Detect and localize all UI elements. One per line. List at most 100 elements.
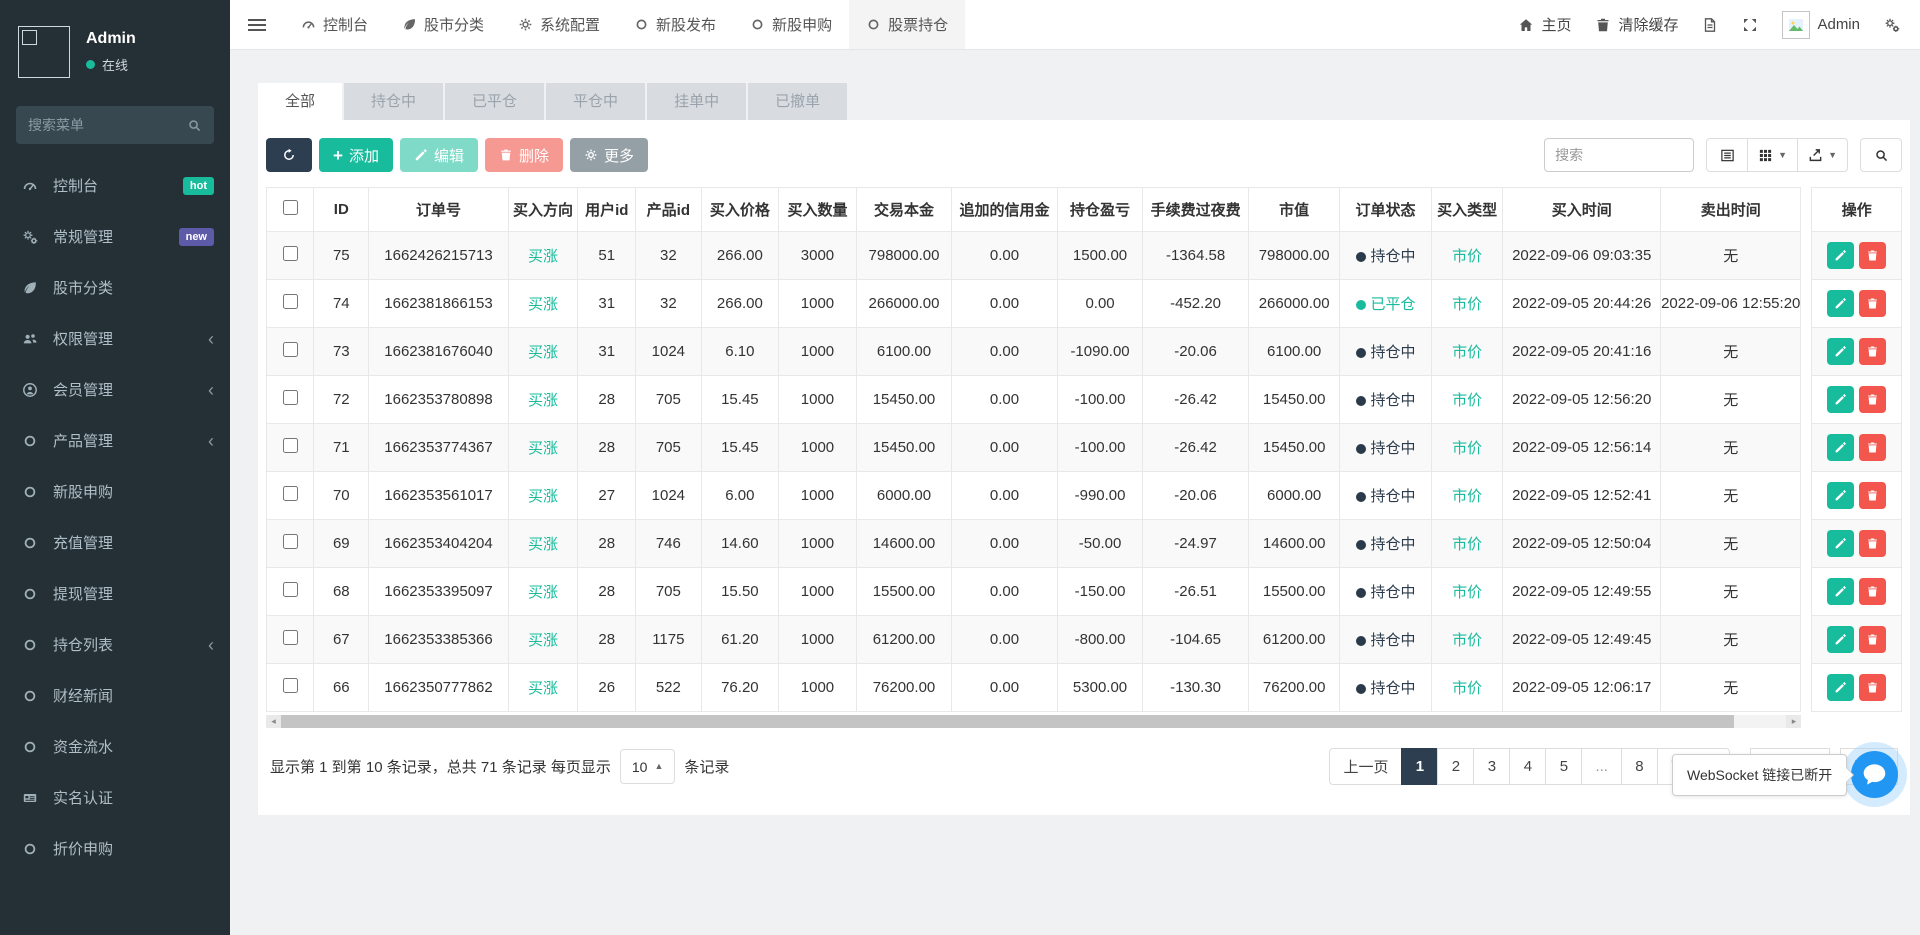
row-delete-button[interactable] — [1859, 530, 1886, 557]
logs-icon[interactable] — [1702, 17, 1718, 33]
user-menu[interactable]: Admin — [1782, 11, 1860, 39]
row-checkbox[interactable] — [283, 390, 298, 405]
row-select-cell — [267, 616, 314, 664]
sidebar-item[interactable]: 产品管理‹ — [0, 415, 230, 466]
row-checkbox[interactable] — [283, 486, 298, 501]
sidebar-item[interactable]: 常规管理new — [0, 211, 230, 262]
edit-button[interactable]: 编辑 — [400, 138, 478, 172]
page-item[interactable]: 1 — [1401, 748, 1438, 785]
settings-gear-icon[interactable] — [1884, 17, 1900, 33]
clear-cache-button[interactable]: 清除缓存 — [1595, 14, 1678, 35]
sidebar-item[interactable]: 权限管理‹ — [0, 313, 230, 364]
add-label: 添加 — [349, 145, 379, 166]
search-submit-button[interactable] — [1860, 138, 1902, 172]
row-checkbox[interactable] — [283, 678, 298, 693]
table-search-input[interactable] — [1544, 138, 1694, 172]
row-edit-button[interactable] — [1827, 290, 1854, 317]
scrollbar-thumb[interactable] — [281, 715, 1734, 728]
top-nav-item[interactable]: 新股申购 — [733, 0, 849, 49]
sidebar-item[interactable]: 折价申购 — [0, 823, 230, 874]
row-edit-button[interactable] — [1827, 386, 1854, 413]
refresh-button[interactable] — [266, 138, 312, 172]
chat-button[interactable] — [1851, 751, 1898, 798]
top-nav-item[interactable]: 系统配置 — [501, 0, 617, 49]
page-item[interactable]: 4 — [1509, 748, 1546, 785]
search-icon[interactable] — [187, 118, 202, 133]
top-nav-item[interactable]: 控制台 — [284, 0, 385, 49]
sidebar-item[interactable]: 充值管理 — [0, 517, 230, 568]
status-tab[interactable]: 平仓中 — [546, 83, 645, 120]
page-item[interactable]: 3 — [1473, 748, 1510, 785]
row-delete-button[interactable] — [1859, 290, 1886, 317]
delete-button[interactable]: 删除 — [485, 138, 563, 172]
row-checkbox[interactable] — [283, 246, 298, 261]
menu-search-input[interactable] — [28, 117, 187, 133]
top-nav-item[interactable]: 股票持仓 — [849, 0, 965, 49]
sidebar-item[interactable]: 提现管理 — [0, 568, 230, 619]
row-edit-button[interactable] — [1827, 674, 1854, 701]
scroll-right-icon[interactable]: ▸ — [1786, 715, 1801, 728]
row-checkbox[interactable] — [283, 438, 298, 453]
row-edit-button[interactable] — [1827, 242, 1854, 269]
horizontal-scrollbar[interactable]: ◂ ▸ — [266, 715, 1801, 728]
column-header: 买入类型 — [1431, 188, 1503, 232]
sidebar-item[interactable]: 持仓列表‹ — [0, 619, 230, 670]
row-delete-button[interactable] — [1859, 338, 1886, 365]
row-checkbox[interactable] — [283, 534, 298, 549]
status-tab[interactable]: 已平仓 — [445, 83, 544, 120]
columns-button[interactable]: ▼ — [1747, 138, 1798, 172]
sidebar-item[interactable]: 股市分类 — [0, 262, 230, 313]
fullscreen-icon[interactable] — [1742, 17, 1758, 33]
top-nav-item[interactable]: 股市分类 — [385, 0, 501, 49]
add-button[interactable]: +添加 — [319, 138, 393, 172]
page-item[interactable]: 2 — [1437, 748, 1474, 785]
detail-view-button[interactable] — [1706, 138, 1748, 172]
status-tab[interactable]: 已撤单 — [748, 83, 847, 120]
page-item[interactable]: 8 — [1621, 748, 1658, 785]
row-edit-button[interactable] — [1827, 626, 1854, 653]
scrollbar-track[interactable] — [281, 715, 1786, 728]
sidebar-item[interactable]: 资金流水 — [0, 721, 230, 772]
page-size-select[interactable]: 10 ▲ — [620, 749, 676, 784]
row-checkbox[interactable] — [283, 342, 298, 357]
cell-value: 1000 — [801, 391, 834, 408]
sidebar-item[interactable]: 财经新闻 — [0, 670, 230, 721]
select-all-checkbox[interactable] — [283, 200, 298, 215]
page-item[interactable]: 上一页 — [1329, 748, 1402, 785]
row-edit-button[interactable] — [1827, 434, 1854, 461]
sidebar-item[interactable]: 实名认证 — [0, 772, 230, 823]
more-button[interactable]: 更多 — [570, 138, 648, 172]
row-delete-button[interactable] — [1859, 242, 1886, 269]
row-delete-button[interactable] — [1859, 482, 1886, 509]
page-item[interactable]: 5 — [1545, 748, 1582, 785]
status-tab[interactable]: 持仓中 — [344, 83, 443, 120]
row-edit-button[interactable] — [1827, 482, 1854, 509]
row-delete-button[interactable] — [1859, 578, 1886, 605]
action-cell — [1812, 520, 1902, 568]
row-checkbox[interactable] — [283, 582, 298, 597]
row-edit-button[interactable] — [1827, 578, 1854, 605]
top-nav-item[interactable]: 新股发布 — [617, 0, 733, 49]
hamburger-menu-icon[interactable] — [230, 0, 284, 49]
sidebar-item[interactable]: 新股申购 — [0, 466, 230, 517]
row-delete-button[interactable] — [1859, 674, 1886, 701]
status-tab[interactable]: 挂单中 — [647, 83, 746, 120]
row-delete-button[interactable] — [1859, 386, 1886, 413]
row-checkbox[interactable] — [283, 630, 298, 645]
row-delete-button[interactable] — [1859, 434, 1886, 461]
top-nav-label: 新股申购 — [772, 14, 832, 35]
export-button[interactable]: ▼ — [1797, 138, 1848, 172]
row-checkbox[interactable] — [283, 294, 298, 309]
status-tab[interactable]: 全部 — [258, 83, 342, 120]
sidebar-item[interactable]: 会员管理‹ — [0, 364, 230, 415]
row-edit-button[interactable] — [1827, 338, 1854, 365]
scroll-left-icon[interactable]: ◂ — [266, 715, 281, 728]
cell-buy-type: 市价 — [1431, 328, 1503, 376]
home-link[interactable]: 主页 — [1518, 14, 1571, 35]
sidebar-item[interactable]: 控制台hot — [0, 160, 230, 211]
cell-value: 74 — [333, 295, 350, 312]
cell-market-value: 76200.00 — [1248, 664, 1340, 712]
row-delete-button[interactable] — [1859, 626, 1886, 653]
page-item[interactable]: ... — [1581, 748, 1622, 785]
row-edit-button[interactable] — [1827, 530, 1854, 557]
